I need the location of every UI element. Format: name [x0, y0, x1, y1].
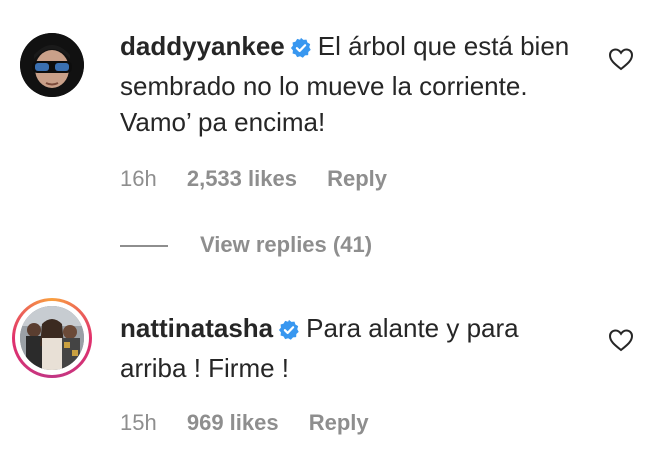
comment-likes[interactable]: 969 likes	[187, 410, 279, 436]
view-replies-button[interactable]: View replies (41)	[120, 232, 372, 258]
group-photo-avatar-icon	[20, 306, 84, 370]
comment-likes[interactable]: 2,533 likes	[187, 166, 297, 192]
reply-button[interactable]: Reply	[327, 166, 387, 192]
comment-time: 16h	[120, 166, 157, 191]
divider-line	[120, 245, 168, 248]
story-ring[interactable]	[12, 298, 92, 378]
reply-button[interactable]: Reply	[309, 410, 369, 436]
comment-meta: 15h 969 likes Reply	[120, 410, 393, 436]
comment-time: 15h	[120, 410, 157, 435]
verified-badge-icon	[290, 32, 312, 68]
comment-username[interactable]: nattinatasha	[120, 313, 273, 343]
comment-username[interactable]: daddyyankee	[120, 31, 285, 61]
avatar	[20, 306, 84, 370]
comment-body: daddyyankee El árbol que está bien sembra…	[120, 28, 590, 140]
verified-badge-icon	[278, 314, 300, 350]
avatar[interactable]	[20, 33, 84, 97]
comment-body: nattinatasha Para alante y para arriba ! …	[120, 310, 590, 386]
like-heart-icon[interactable]	[608, 47, 634, 71]
comments-section: daddyyankee El árbol que está bien sembra…	[0, 0, 656, 457]
like-heart-icon[interactable]	[608, 328, 634, 352]
sunglasses-avatar-icon	[20, 33, 84, 97]
view-replies-label[interactable]: View replies (41)	[200, 232, 372, 257]
comment-meta: 16h 2,533 likes Reply	[120, 166, 411, 192]
